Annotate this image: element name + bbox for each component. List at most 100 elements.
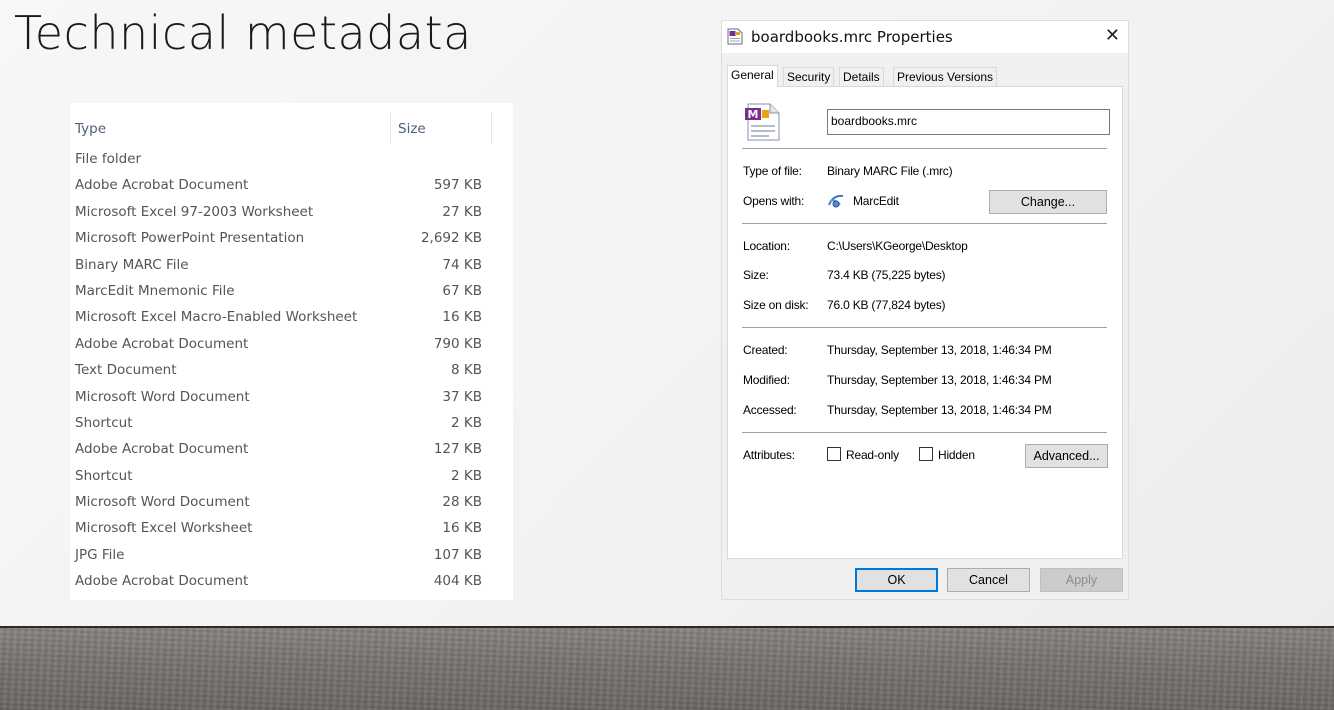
size-on-disk-value: 76.0 KB (77,824 bytes) — [827, 298, 946, 312]
divider — [742, 148, 1107, 149]
file-size: 107 KB — [433, 546, 482, 563]
file-row[interactable]: Microsoft Excel Macro-Enabled Worksheet 1… — [70, 304, 513, 330]
marc-file-icon: M — [745, 103, 780, 141]
file-row[interactable]: Text Document 8 KB — [70, 357, 513, 383]
marc-file-icon — [727, 28, 743, 45]
file-type: Text Document — [75, 362, 177, 379]
file-type: Microsoft Word Document — [75, 494, 250, 511]
file-row[interactable]: Adobe Acrobat Document 404 KB — [70, 568, 513, 594]
file-row[interactable]: Adobe Acrobat Document 127 KB — [70, 436, 513, 462]
hidden-checkbox[interactable] — [919, 447, 933, 461]
divider — [742, 223, 1107, 224]
type-of-file-label: Type of file: — [743, 164, 802, 178]
file-row[interactable]: File folder — [70, 146, 513, 172]
file-type: Microsoft Excel Worksheet — [75, 520, 253, 537]
file-row[interactable]: Microsoft Excel 97-2003 Worksheet 27 KB — [70, 199, 513, 225]
file-row[interactable]: Microsoft Word Document 28 KB — [70, 489, 513, 515]
location-label: Location: — [743, 239, 790, 253]
file-type: Shortcut — [75, 414, 133, 431]
file-row[interactable]: Shortcut 2 KB — [70, 410, 513, 436]
file-row[interactable]: Microsoft Word Document 37 KB — [70, 384, 513, 410]
column-header-size[interactable]: Size — [398, 121, 426, 137]
opens-with-value: MarcEdit — [853, 194, 899, 208]
file-size: 8 KB — [451, 362, 482, 379]
size-label: Size: — [743, 268, 769, 282]
modified-label: Modified: — [743, 373, 790, 387]
ok-button[interactable]: OK — [855, 568, 938, 592]
tab-previous-versions[interactable]: Previous Versions — [893, 67, 998, 87]
location-value: C:\Users\KGeorge\Desktop — [827, 239, 968, 253]
file-row[interactable]: Microsoft Excel Worksheet 16 KB — [70, 515, 513, 541]
file-row[interactable]: Adobe Acrobat Document 790 KB — [70, 331, 513, 357]
created-label: Created: — [743, 343, 788, 357]
file-size: 127 KB — [433, 441, 482, 458]
advanced-button[interactable]: Advanced... — [1025, 444, 1108, 468]
accessed-label: Accessed: — [743, 403, 797, 417]
column-header-type[interactable]: Type — [75, 121, 106, 137]
file-list: Type Size File folder Adobe Acrobat Docum… — [70, 103, 513, 600]
file-type: Shortcut — [75, 467, 133, 484]
created-value: Thursday, September 13, 2018, 1:46:34 PM — [827, 343, 1052, 357]
file-type: Microsoft Word Document — [75, 388, 250, 405]
file-type: Adobe Acrobat Document — [75, 441, 249, 458]
type-of-file-value: Binary MARC File (.mrc) — [827, 164, 953, 178]
file-size: 67 KB — [442, 282, 482, 299]
file-size: 404 KB — [433, 573, 482, 590]
read-only-checkbox[interactable] — [827, 447, 841, 461]
tab-security[interactable]: Security — [783, 67, 835, 87]
cancel-button[interactable]: Cancel — [947, 568, 1030, 592]
dialog-title: boardbooks.mrc Properties — [751, 28, 953, 46]
size-value: 73.4 KB (75,225 bytes) — [827, 268, 946, 282]
file-size: 2 KB — [451, 414, 482, 431]
marcedit-app-icon — [828, 194, 844, 208]
file-type: Microsoft Excel 97-2003 Worksheet — [75, 203, 314, 220]
apply-button[interactable]: Apply — [1040, 568, 1123, 592]
file-size: 2,692 KB — [420, 230, 482, 247]
file-type: MarcEdit Mnemonic File — [75, 282, 235, 299]
file-type: Microsoft PowerPoint Presentation — [75, 230, 305, 247]
file-size: 27 KB — [442, 203, 482, 220]
file-type: JPG File — [75, 546, 125, 563]
read-only-label[interactable]: Read-only — [846, 448, 899, 462]
file-type: Adobe Acrobat Document — [75, 335, 249, 352]
tab-general[interactable]: General — [727, 65, 778, 87]
file-row[interactable]: MarcEdit Mnemonic File 67 KB — [70, 278, 513, 304]
file-row[interactable]: Shortcut 2 KB — [70, 463, 513, 489]
file-list-header: Type Size — [70, 112, 513, 148]
file-size: 37 KB — [442, 388, 482, 405]
tab-details[interactable]: Details — [839, 67, 884, 87]
dialog-titlebar[interactable]: boardbooks.mrc Properties ✕ — [722, 21, 1128, 53]
file-size: 790 KB — [433, 335, 482, 352]
file-type: Binary MARC File — [75, 256, 189, 273]
file-size: 2 KB — [451, 467, 482, 484]
file-rows: File folder Adobe Acrobat Document 597 KB M… — [70, 146, 513, 595]
file-type: Microsoft Excel Macro-Enabled Worksheet — [75, 309, 358, 326]
file-name-field[interactable]: boardbooks.mrc — [827, 109, 1110, 135]
hidden-label[interactable]: Hidden — [938, 448, 975, 462]
floor-background — [0, 626, 1334, 710]
slide-title: Technical metadata — [14, 6, 472, 60]
modified-value: Thursday, September 13, 2018, 1:46:34 PM — [827, 373, 1052, 387]
file-row[interactable]: Adobe Acrobat Document 597 KB — [70, 172, 513, 198]
file-row[interactable]: JPG File 107 KB — [70, 542, 513, 568]
divider — [742, 327, 1107, 328]
opens-with-label: Opens with: — [743, 194, 805, 208]
attributes-label: Attributes: — [743, 448, 795, 462]
file-type: Adobe Acrobat Document — [75, 573, 249, 590]
file-size: 597 KB — [433, 177, 482, 194]
divider — [742, 432, 1107, 433]
file-row[interactable]: Binary MARC File 74 KB — [70, 252, 513, 278]
size-on-disk-label: Size on disk: — [743, 298, 809, 312]
column-divider[interactable] — [491, 112, 492, 144]
change-button[interactable]: Change... — [989, 190, 1107, 214]
file-size: 28 KB — [442, 494, 482, 511]
file-type: File folder — [75, 151, 142, 167]
properties-dialog: boardbooks.mrc Properties ✕ General Secu… — [721, 20, 1129, 600]
file-size: 16 KB — [442, 309, 482, 326]
file-row[interactable]: Microsoft PowerPoint Presentation 2,692 K… — [70, 225, 513, 251]
column-divider[interactable] — [390, 112, 391, 144]
file-size: 16 KB — [442, 520, 482, 537]
accessed-value: Thursday, September 13, 2018, 1:46:34 PM — [827, 403, 1052, 417]
general-tab-panel: M boardbooks.mrc Type of file: Binary MA… — [727, 86, 1123, 559]
close-icon[interactable]: ✕ — [1105, 25, 1120, 46]
